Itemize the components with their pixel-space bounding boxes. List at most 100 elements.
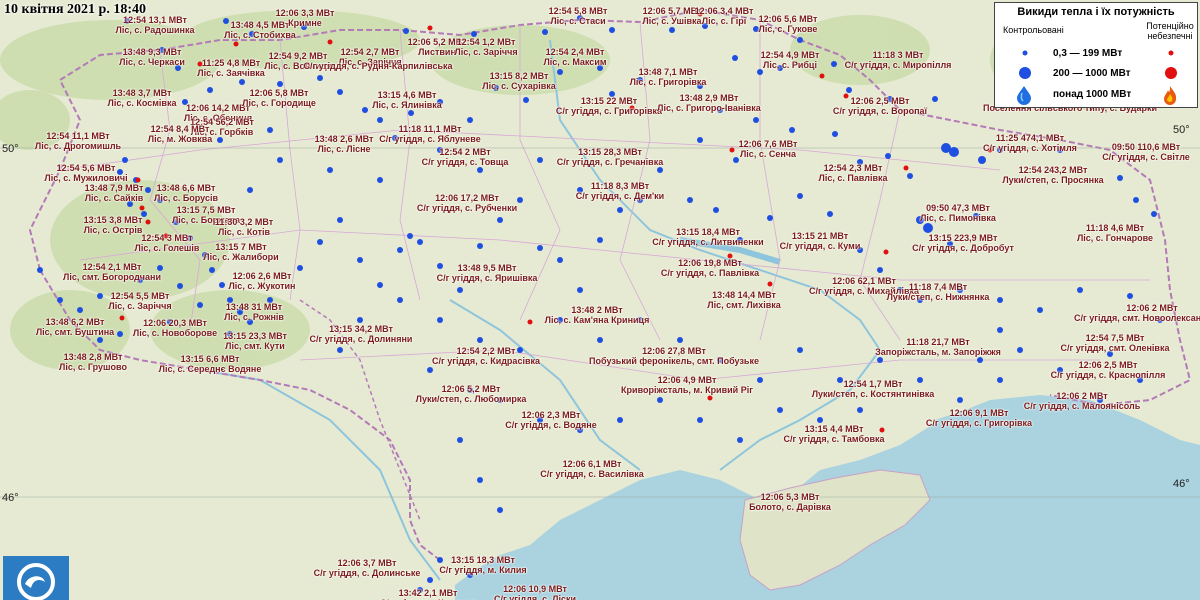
fire-label: 09:50 47,3 МВт Ліс, с. Пимонівка xyxy=(920,203,996,223)
fire-label: 13:48 31 МВт Ліс, с. Рожнів xyxy=(224,302,284,322)
fire-label-power: 13:15 34,2 МВт xyxy=(329,324,393,334)
fire-label-power: 13:15 4,4 МВт xyxy=(804,424,864,434)
fire-map[interactable]: 12:54 13,1 МВт Ліс, с. Радошинка 13:48 4,5… xyxy=(0,0,1200,600)
fire-label-place: С/г угіддя, с. Краснопілля xyxy=(1050,370,1166,380)
fire-label: 11:18 8,3 МВт С/г угіддя, с. Дем'ки xyxy=(576,181,664,201)
fire-label-power: 13:48 9,3 МВт xyxy=(122,47,182,57)
fire-label-power: 09:50 110,6 МВт xyxy=(1111,142,1181,152)
fire-label-power: 12:06 3,4 МВт xyxy=(694,6,754,16)
water-drop-icon xyxy=(1017,86,1031,105)
fire-label-place: С/г угіддя, с. Товща xyxy=(421,157,509,167)
fire-label: 13:48 6,6 МВт Ліс, с. Борусів xyxy=(154,183,218,203)
fire-label: 12:54 2,3 МВт Ліс, с. Павлівка xyxy=(819,163,888,183)
fire-label-place: Ліс, с. Новоборове xyxy=(132,328,218,338)
fire-label-power: 13:48 2,9 МВт xyxy=(679,93,739,103)
fire-label-place: Ліс, с. Космівка xyxy=(107,98,177,108)
fire-label-power: 13:48 7,9 МВт xyxy=(84,183,144,193)
fire-label-place: Ліс, с. Сенча xyxy=(739,149,796,159)
fire-label-place: С/г угіддя, с. Тамбовка xyxy=(783,434,885,444)
fire-label: 13:15 6,6 МВт Ліс, с. Середнє Водяне xyxy=(159,354,262,374)
fire-label-power: 13:15 223,9 МВт xyxy=(928,233,998,243)
fire-label: 12:54 2,2 МВт С/г угіддя, с. Кидрасівка xyxy=(432,346,540,366)
legend-title: Викиди тепла і їх потужність xyxy=(1017,6,1175,18)
fire-label: 13:48 2,9 МВт Ліс, с. Григоро-Іванівка xyxy=(657,93,761,113)
fire-label-place: С/г угіддя, с. Литвиненки xyxy=(652,237,764,247)
legend-small-controlled-icon xyxy=(1022,50,1028,56)
fire-label: 13:15 3,8 МВт Ліс, с. Острів xyxy=(84,215,143,235)
fire-label-place: Ліс, с. Дрогомишль xyxy=(34,141,122,151)
fire-label-place: Ліс, с. Борусів xyxy=(154,193,218,203)
fire-label: 13:15 4,6 МВт Ліс, с. Ялинівка xyxy=(372,90,442,110)
fire-label-power: 13:48 2,8 МВт xyxy=(63,352,123,362)
fire-label-place: С/г угіддя, с. Рудня-Карпилівська xyxy=(303,61,453,71)
fire-label-power: 12:06 20,3 МВт xyxy=(143,318,207,328)
fire-label-power: 13:15 18,3 МВт xyxy=(451,555,515,565)
fire-label-place: Криворіжсталь, м. Кривий Ріг xyxy=(621,385,753,395)
fire-label-place: Ліс, с. Павлівка xyxy=(818,173,888,183)
fire-label-place: С/г угіддя, с. Хотімля xyxy=(983,143,1077,153)
fire-label-power: 13:15 7,5 МВт xyxy=(176,205,236,215)
fire-label-place: Луки/степ, с. Просянка xyxy=(1002,175,1104,185)
fire-label-place: Ліс, с. Заячівка xyxy=(197,68,265,78)
fire-label-place: Ліс, с. Черкаси xyxy=(119,57,185,67)
fire-label-place: С/г угіддя, с. Воропаї xyxy=(832,106,928,116)
legend-dangerous-header: Потенційно небезпечні xyxy=(1146,21,1194,41)
fire-label-place: Ліс, с. Григорівка xyxy=(629,77,707,87)
fire-label-place: Ліс, м. Жовква xyxy=(147,134,213,144)
fire-label: 13:15 4,4 МВт С/г угіддя, с. Тамбовка xyxy=(783,424,884,444)
fire-label-power: 11:18 3 МВт xyxy=(872,50,924,60)
fire-label: 12:06 5,3 МВт Болото, с. Дарівка xyxy=(749,492,831,512)
fire-label: 12:06 7,6 МВт Ліс, с. Сенча xyxy=(739,139,798,159)
fire-label-place: С/г угіддя, с. Григорівка xyxy=(925,418,1033,428)
fire-label-place: Ліс, с. Стобихва xyxy=(224,30,296,40)
fire-label-power: 12:06 5,2 МВт xyxy=(441,384,501,394)
fire-label: 12:06 5,7 МВт Ліс, с. Ушівка xyxy=(642,6,701,26)
fire-label-place: Ліс, с. Голешів xyxy=(134,243,200,253)
fire-label: 12:06 27,8 МВт Побузький феронікель, смт.… xyxy=(589,346,759,366)
fire-label-power: 12:54 2,7 МВт xyxy=(340,47,400,57)
fire-label: 13:48 7,1 МВт Ліс, с. Григорівка xyxy=(630,67,707,87)
legend-large: понад 1000 МВт xyxy=(1053,89,1132,100)
fire-label-power: 12:54 2,2 МВт xyxy=(456,346,516,356)
fire-label: 13:15 22 МВт С/г угіддя, с. Григорівка xyxy=(556,96,662,116)
fire-label-power: 12:54 1,7 МВт xyxy=(843,379,903,389)
fire-label-power: 12:54 2 МВт xyxy=(439,147,491,157)
timestamp: 10 квітня 2021 р. 18:40 xyxy=(4,2,146,17)
fire-label: 13:48 7,9 МВт Ліс, с. Сайків xyxy=(85,183,144,203)
fire-label-power: 12:54 7,5 МВт xyxy=(1085,333,1145,343)
fire-label: 12:06 2,6 МВт Ліс, с. Жукотин xyxy=(228,271,295,291)
fire-label-power: 13:48 14,4 МВт xyxy=(712,290,776,300)
fire-label-power: 12:54 1,2 МВт xyxy=(456,37,516,47)
fire-label-place: Ліс, с. Максим xyxy=(543,57,607,67)
fire-label: 12:54 5,6 МВт Ліс, с. Мужиловичі xyxy=(44,163,127,183)
fire-label: 12:54 8,4 МВт Ліс, м. Жовква xyxy=(148,124,212,144)
fire-label: 11:25 474,1 МВт С/г угіддя, с. Хотімля xyxy=(983,133,1077,153)
fire-label-place: С/г угіддя, смт. Оленівка xyxy=(1060,343,1170,353)
flame-icon xyxy=(1164,86,1177,105)
fire-label: 13:48 3,7 МВт Ліс, с. Космівка xyxy=(108,88,177,108)
fire-label: 12:54 5,5 МВт Ліс, с. Заріччя xyxy=(108,291,171,311)
fire-label-power: 12:06 5,7 МВт xyxy=(642,6,702,16)
fire-label: 12:06 9,1 МВт С/г угіддя, с. Григорівка xyxy=(926,408,1032,428)
fire-label-power: 13:15 22 МВт xyxy=(580,96,638,106)
fire-label-power: 12:54 4,9 МВт xyxy=(760,50,820,60)
fire-label-power: 12:54 9,2 МВт xyxy=(268,51,328,61)
fire-label-power: 12:54 5,5 МВт xyxy=(110,291,170,301)
fire-label-place: С/г угіддя, с. Долинське xyxy=(313,568,421,578)
fire-label-place: С/г угіддя, с. Григорівка xyxy=(555,106,663,116)
fire-label-place: Запоріжсталь, м. Запоріжжя xyxy=(875,347,1001,357)
fire-label-place: Ліс, с. Жукотин xyxy=(228,281,296,291)
fire-label: 12:06 2,5 МВт С/г угіддя, с. Краснопілля xyxy=(1051,360,1166,380)
fire-label: 13:15 8,2 МВт Ліс, с. Сухарівка xyxy=(482,71,556,91)
legend-medium-controlled-icon xyxy=(1019,67,1031,79)
fire-label-place: Луки/степ, с. Костянтинівка xyxy=(811,389,935,399)
fire-label: 12:06 5,6 МВт Ліс, с. Гукове xyxy=(759,14,818,34)
fire-label-power: 13:48 7,1 МВт xyxy=(638,67,698,77)
fire-label-power: 12:06 19,8 МВт xyxy=(678,258,742,268)
fire-label-power: 11:18 8,3 МВт xyxy=(590,181,650,191)
fire-label-place: Луки/степ, с. Нижнянка xyxy=(886,292,990,302)
fire-label: 13:15 18,4 МВт С/г угіддя, с. Литвиненки xyxy=(652,227,763,247)
fire-label-power: 11:30 3,2 МВт xyxy=(214,217,274,227)
fire-label-place: С/г угіддя, с. Яришівка xyxy=(436,273,538,283)
fire-label: 12:54 2 МВт С/г угіддя, с. Товща xyxy=(422,147,509,167)
